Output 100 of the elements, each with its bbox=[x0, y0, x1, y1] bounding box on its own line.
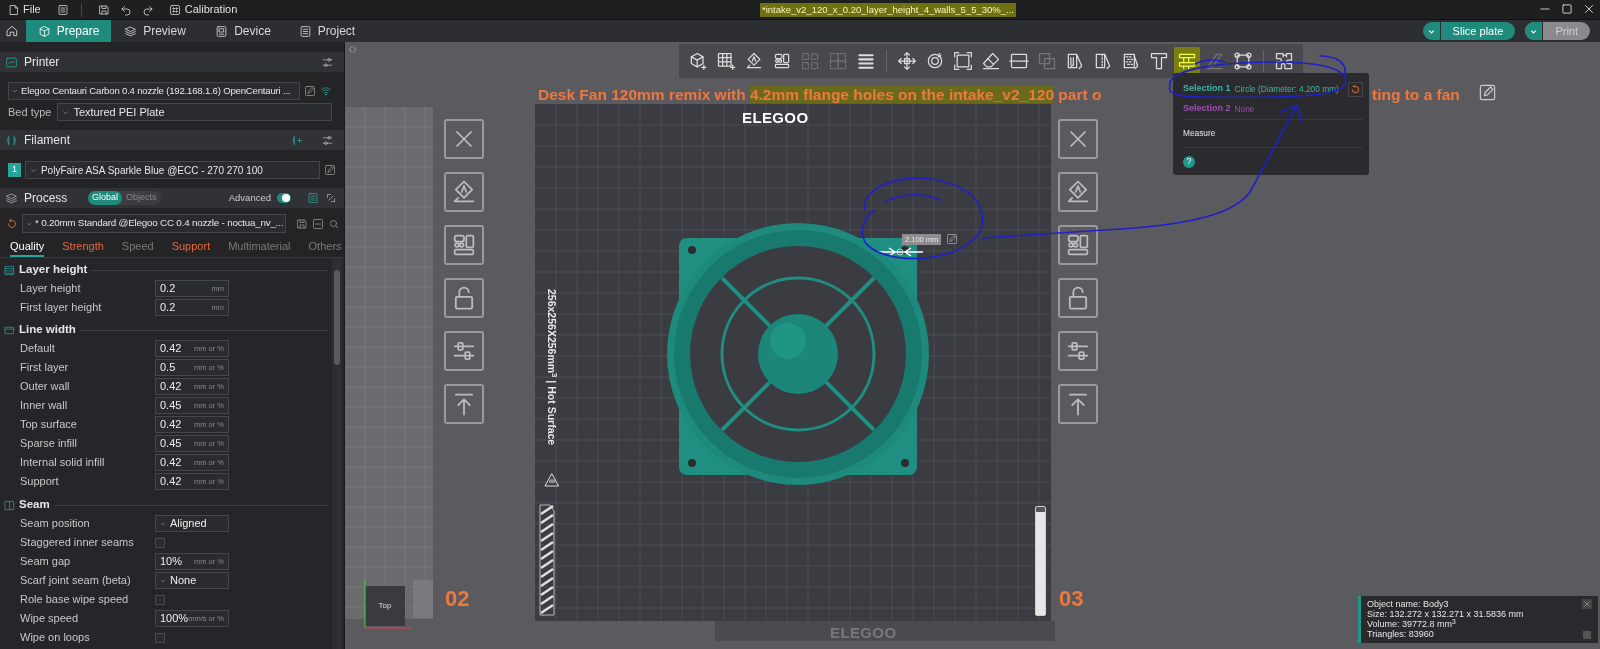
layer-slider[interactable] bbox=[1035, 506, 1046, 616]
group-icon bbox=[4, 499, 15, 511]
group-icon bbox=[4, 324, 15, 336]
advanced-toggle[interactable] bbox=[277, 193, 291, 203]
menu-list-icon[interactable] bbox=[56, 3, 69, 16]
toggle-label: Advanced bbox=[228, 190, 271, 205]
setting-label: Inner wall bbox=[19, 398, 69, 414]
group-title: Seam bbox=[19, 497, 50, 513]
section-header: Process Global Objects Advanced bbox=[0, 188, 344, 208]
main-tab[interactable]: Project bbox=[287, 20, 367, 42]
checkbox[interactable] bbox=[155, 632, 165, 643]
value-select[interactable]: None bbox=[155, 572, 229, 589]
printer-select[interactable]: Elegoo Centauri Carbon 0.4 nozzle (192.168.1.6) OpenCentauri ... bbox=[8, 82, 300, 100]
layers-icon bbox=[124, 24, 138, 38]
edit-icon[interactable] bbox=[946, 233, 958, 245]
arrange-button[interactable] bbox=[444, 225, 484, 265]
settings-icon[interactable] bbox=[321, 55, 334, 69]
setting-label: Outer wall bbox=[19, 379, 71, 395]
settings-tab[interactable]: Strength bbox=[62, 238, 104, 257]
arrange-button[interactable] bbox=[1058, 225, 1098, 265]
object-title: ting to a fan bbox=[1372, 85, 1460, 105]
search-icon[interactable] bbox=[328, 217, 340, 230]
setting-label: Sparse infill bbox=[19, 436, 78, 452]
calibration-menu[interactable]: Calibration bbox=[168, 0, 238, 19]
settings-icon[interactable] bbox=[321, 133, 334, 147]
sliders-button[interactable] bbox=[1058, 331, 1098, 371]
save-icon[interactable] bbox=[97, 3, 110, 16]
maximize-icon[interactable] bbox=[1560, 2, 1574, 16]
info-line: Triangles: 83960 bbox=[1367, 629, 1435, 639]
main-tab[interactable]: Device bbox=[199, 20, 287, 42]
measure-mode[interactable]: Measure bbox=[1183, 127, 1216, 140]
delete-plate-button[interactable] bbox=[1058, 119, 1098, 159]
compare-icon[interactable] bbox=[325, 192, 337, 204]
delete-plate-button[interactable] bbox=[444, 119, 484, 159]
window-title: *intake_v2_120_x_0.20_layer_height_4_walls_5_5_30%_... bbox=[760, 3, 1016, 17]
cube-icon bbox=[37, 24, 51, 38]
value-select[interactable]: Aligned bbox=[155, 515, 229, 532]
lock-button[interactable] bbox=[444, 278, 484, 318]
home-icon[interactable] bbox=[5, 24, 19, 38]
setting-label: Wipe on loops bbox=[19, 630, 91, 646]
redo-icon[interactable] bbox=[141, 3, 154, 16]
edit-icon[interactable] bbox=[1478, 83, 1497, 102]
filament-select[interactable]: PolyFaire ASA Sparkle Blue @ECC - 270 270 100 bbox=[24, 161, 320, 179]
edit-icon[interactable] bbox=[304, 85, 316, 97]
selection-value: Circle (Diameter: 4.200 mm) bbox=[1234, 82, 1339, 96]
group-title: Line width bbox=[19, 322, 76, 338]
setting-label: Seam gap bbox=[19, 554, 72, 570]
save-icon[interactable] bbox=[296, 217, 308, 230]
setting-label: Scarf joint seam (beta) bbox=[19, 573, 132, 589]
selection-label: Selection 1 bbox=[1183, 82, 1231, 96]
main-tab[interactable]: Preview bbox=[111, 20, 199, 42]
scope-switch[interactable]: Global Objects bbox=[88, 191, 161, 205]
info-line: Volume: 39772.8 mm$^{3}$ bbox=[1367, 619, 1457, 629]
lock-button[interactable] bbox=[1058, 278, 1098, 318]
setting-label: Wipe speed bbox=[19, 611, 80, 627]
settings-tab[interactable]: Support bbox=[171, 238, 211, 257]
device-icon bbox=[215, 24, 229, 38]
section-header: Printer bbox=[0, 52, 344, 72]
close-icon[interactable] bbox=[1582, 2, 1596, 16]
add-filament-icon[interactable] bbox=[290, 133, 303, 147]
reset-button[interactable] bbox=[1348, 81, 1363, 97]
setting-label: Staggered inner seams bbox=[19, 535, 135, 551]
info-line: Size: 132.272 x 132.271 x 31.5836 mm bbox=[1367, 609, 1525, 619]
axis-drawing bbox=[362, 576, 414, 631]
undo-icon[interactable] bbox=[119, 3, 132, 16]
printer-icon bbox=[5, 55, 18, 69]
setting-label: Default bbox=[19, 341, 56, 357]
setting-label: Layer height bbox=[19, 281, 82, 297]
checkbox[interactable] bbox=[155, 594, 165, 605]
info-line: Object name: Body3 bbox=[1367, 599, 1450, 609]
upload-button[interactable] bbox=[444, 384, 484, 424]
calibration-icon bbox=[168, 3, 181, 16]
selection-label: Selection 2 bbox=[1183, 102, 1231, 116]
setting-label: First layer height bbox=[19, 300, 103, 316]
file-menu[interactable]: File bbox=[6, 0, 43, 19]
sliders-button[interactable] bbox=[444, 331, 484, 371]
caret-icon bbox=[11, 87, 19, 95]
view-cube[interactable]: Top bbox=[365, 586, 405, 626]
upload-button[interactable] bbox=[1058, 384, 1098, 424]
checkbox[interactable] bbox=[155, 537, 165, 548]
orient-button[interactable] bbox=[1058, 172, 1098, 212]
list-icon bbox=[298, 24, 312, 38]
collapse-icon[interactable] bbox=[347, 44, 358, 55]
setting-label: Top surface bbox=[19, 417, 78, 433]
bed-type-select[interactable]: Textured PEI Plate bbox=[57, 103, 332, 121]
document-icon bbox=[8, 3, 20, 16]
action-button[interactable]: Slice plate bbox=[1422, 22, 1516, 40]
process-preset-select[interactable]: * 0.20mm Standard @Elegoo CC 0.4 nozzle - noctua_nv_... bbox=[22, 214, 286, 233]
scrollbar[interactable] bbox=[332, 258, 342, 649]
filament-icon bbox=[5, 133, 18, 147]
main-tab[interactable]: Prepare bbox=[26, 20, 111, 42]
plate-handle[interactable] bbox=[413, 580, 433, 618]
orient-button[interactable] bbox=[444, 172, 484, 212]
edit-icon[interactable] bbox=[324, 164, 336, 176]
list-icon[interactable] bbox=[307, 192, 319, 204]
collapse-icon[interactable] bbox=[312, 217, 324, 230]
reset-icon[interactable] bbox=[6, 217, 18, 230]
group-icon bbox=[4, 264, 15, 276]
setting-label: First layer bbox=[19, 360, 70, 376]
setting-label: Seam position bbox=[19, 516, 91, 532]
